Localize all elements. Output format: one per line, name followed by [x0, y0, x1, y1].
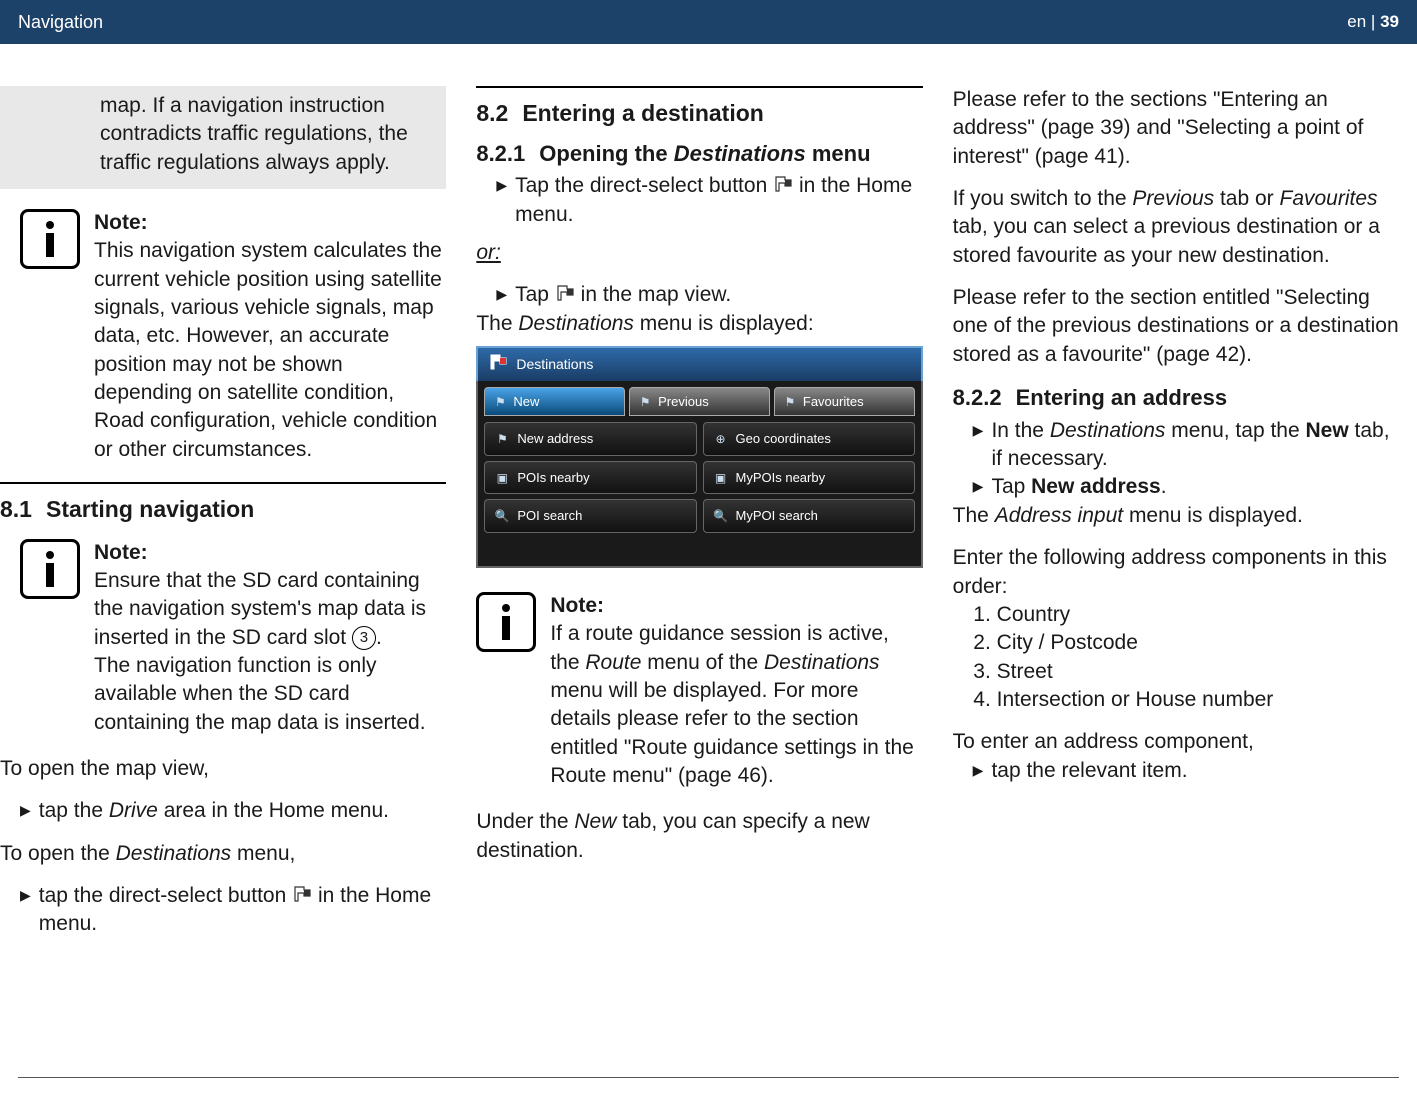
note-text: Ensure that the SD card containing the n…	[94, 567, 446, 652]
section-rule	[0, 482, 446, 484]
bullet-icon	[973, 473, 984, 501]
flag-icon: ⚑	[638, 395, 652, 409]
mypoi-icon: ▣	[714, 471, 728, 485]
warning-continuation: map. If a navigation instruction contrad…	[0, 86, 446, 189]
step-open-dest: tap the direct-select button in the Home…	[0, 882, 446, 939]
refer-sections: Please refer to the sections "Entering a…	[953, 86, 1399, 171]
search-icon: 🔍	[495, 509, 509, 523]
note-position-accuracy: Note: This navigation system calculates …	[0, 203, 446, 482]
btn-mypoi-search[interactable]: 🔍MyPOI search	[703, 499, 915, 533]
list-item: City / Postcode	[997, 629, 1399, 657]
or-label: or:	[476, 239, 922, 267]
step-tap-new-address: Tap New address.	[953, 473, 1399, 501]
note-label: Note:	[94, 209, 446, 237]
step-tap-relevant-item: tap the relevant item.	[953, 757, 1399, 785]
open-map-intro: To open the map view,	[0, 755, 446, 783]
bullet-icon	[20, 797, 31, 825]
under-new-tab-text: Under the New tab, you can specify a new…	[476, 808, 922, 865]
btn-poi-search[interactable]: 🔍POI search	[484, 499, 696, 533]
note-label: Note:	[94, 539, 446, 567]
screenshot-titlebar: Destinations	[476, 346, 922, 381]
bullet-icon	[973, 417, 984, 474]
column-1: map. If a navigation instruction contrad…	[0, 86, 446, 939]
list-item: Country	[997, 601, 1399, 629]
info-icon	[476, 592, 536, 652]
heading-8-1: 8.1 Starting navigation	[0, 494, 446, 525]
section-rule	[476, 86, 922, 88]
page-header: Navigation en | 39	[0, 0, 1417, 44]
destinations-menu-screenshot: Destinations ⚑New ⚑Previous ⚑Favourites …	[476, 346, 922, 568]
destinations-flag-icon	[488, 354, 508, 375]
step-tap-direct-select: Tap the direct-select button in the Home…	[476, 172, 922, 229]
tab-new[interactable]: ⚑New	[484, 387, 625, 417]
btn-geo-coordinates[interactable]: ⊕Geo coordinates	[703, 422, 915, 456]
note-route-menu: Note: If a route guidance session is act…	[476, 586, 922, 808]
note-text: The navigation function is only availabl…	[94, 652, 446, 737]
to-enter-intro: To enter an address component,	[953, 728, 1399, 756]
destinations-flag-icon	[292, 884, 312, 907]
heading-8-2: 8.2 Entering a destination	[476, 98, 922, 129]
footer-rule	[18, 1077, 1399, 1078]
info-icon	[20, 209, 80, 269]
refer-previous-favourites: Please refer to the section entitled "Se…	[953, 284, 1399, 369]
step-tap-in-map: Tap in the map view.	[476, 281, 922, 309]
note-label: Note:	[550, 592, 922, 620]
poi-icon: ▣	[495, 471, 509, 485]
btn-new-address[interactable]: ⚑New address	[484, 422, 696, 456]
callout-3: 3	[352, 626, 376, 650]
star-flag-icon: ⚑	[783, 395, 797, 409]
column-2: 8.2 Entering a destination 8.2.1 Opening…	[476, 86, 922, 939]
step-tap-new-tab: In the Destinations menu, tap the New ta…	[953, 417, 1399, 474]
flag-icon: ⚑	[493, 395, 507, 409]
search-icon: 🔍	[714, 509, 728, 523]
note-sd-card: Note: Ensure that the SD card containing…	[0, 533, 446, 755]
bullet-icon	[496, 281, 507, 309]
btn-mypois-nearby[interactable]: ▣MyPOIs nearby	[703, 461, 915, 495]
step-open-map: tap the Drive area in the Home menu.	[0, 797, 446, 825]
list-item: Street	[997, 658, 1399, 686]
note-text: This navigation system calculates the cu…	[94, 237, 446, 464]
btn-pois-nearby[interactable]: ▣POIs nearby	[484, 461, 696, 495]
heading-8-2-2: 8.2.2 Entering an address	[953, 383, 1399, 413]
destinations-flag-icon	[773, 174, 793, 197]
header-page-indicator: en | 39	[1347, 12, 1399, 32]
column-3: Please refer to the sections "Entering a…	[953, 86, 1399, 939]
flag-icon: ⚑	[495, 432, 509, 446]
bullet-icon	[20, 882, 31, 939]
bullet-icon	[496, 172, 507, 229]
screenshot-tabs: ⚑New ⚑Previous ⚑Favourites	[484, 387, 914, 417]
destinations-displayed-text: The Destinations menu is displayed:	[476, 310, 922, 338]
destinations-flag-icon	[555, 283, 575, 306]
address-order-list: Country City / Postcode Street Intersect…	[953, 601, 1399, 714]
address-input-displayed: The Address input menu is displayed.	[953, 502, 1399, 530]
switch-tabs-text: If you switch to the Previous tab or Fav…	[953, 185, 1399, 270]
info-icon	[20, 539, 80, 599]
header-section-title: Navigation	[18, 12, 103, 33]
tab-favourites[interactable]: ⚑Favourites	[774, 387, 915, 417]
open-dest-intro: To open the Destinations menu,	[0, 840, 446, 868]
enter-order-intro: Enter the following address components i…	[953, 544, 1399, 601]
bullet-icon	[973, 757, 984, 785]
target-icon: ⊕	[714, 432, 728, 446]
content-columns: map. If a navigation instruction contrad…	[0, 44, 1417, 939]
tab-previous[interactable]: ⚑Previous	[629, 387, 770, 417]
list-item: Intersection or House number	[997, 686, 1399, 714]
note-text: If a route guidance session is active, t…	[550, 620, 922, 790]
heading-8-2-1: 8.2.1 Opening the Destinations menu	[476, 139, 922, 169]
